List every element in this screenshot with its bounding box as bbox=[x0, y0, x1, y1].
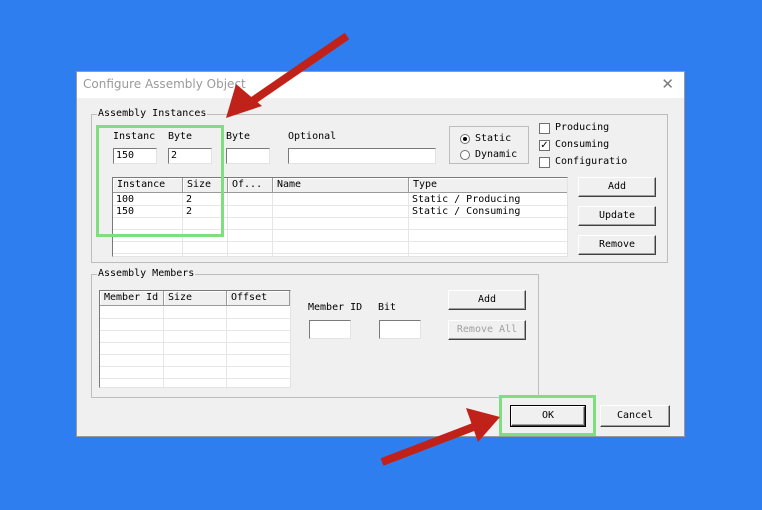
arrow-to-instance-fields bbox=[226, 32, 350, 118]
arrow-to-ok-button bbox=[380, 408, 500, 466]
red-arrow-annotation bbox=[226, 32, 500, 466]
